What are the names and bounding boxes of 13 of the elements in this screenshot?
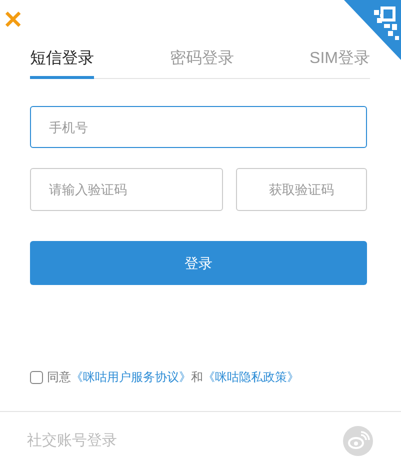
login-tab[interactable]: 密码登录: [170, 42, 234, 79]
social-login-label: 社交账号登录: [27, 431, 117, 451]
login-tab[interactable]: SIM登录: [310, 42, 370, 79]
agreement-link[interactable]: 《咪咕隐私政策》: [203, 370, 299, 384]
agreement-text: 同意《咪咕用户服务协议》和《咪咕隐私政策》: [47, 369, 299, 386]
login-button[interactable]: 登录: [30, 241, 367, 285]
phone-field[interactable]: 手机号: [30, 106, 367, 148]
get-code-button[interactable]: 获取验证码: [236, 168, 367, 211]
agreement-link[interactable]: 《咪咕用户服务协议》: [71, 370, 191, 384]
agree-checkbox[interactable]: [30, 370, 43, 384]
login-tab[interactable]: 短信登录: [30, 42, 94, 79]
verification-code-field[interactable]: 请输入验证码: [30, 168, 223, 211]
close-button[interactable]: ✕: [3, 9, 23, 33]
